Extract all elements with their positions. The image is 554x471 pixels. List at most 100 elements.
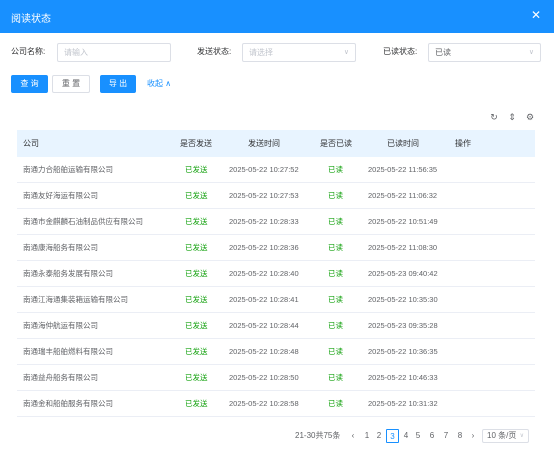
table-row: 南通市金麒麟石油制品供应有限公司 已发送 2025-05-22 10:28:33 已读… bbox=[17, 209, 535, 235]
cell-read-time: 2025-05-22 10:31:32 bbox=[368, 399, 438, 408]
read-status-select[interactable]: 已读 ∨ bbox=[428, 43, 541, 62]
cell-sent-time: 2025-05-22 10:28:41 bbox=[229, 295, 299, 304]
pagination-prev[interactable]: ‹ bbox=[349, 429, 357, 443]
table-row: 南通海仲航运有限公司 已发送 2025-05-22 10:28:44 已读 2025-0… bbox=[17, 313, 535, 339]
cell-sent-time: 2025-05-22 10:28:36 bbox=[229, 243, 299, 252]
cell-read-time: 2025-05-22 10:36:35 bbox=[368, 347, 438, 356]
cell-company: 南通益舟船务有限公司 bbox=[23, 373, 98, 382]
cell-company: 南通瑞丰船舶燃料有限公司 bbox=[23, 347, 113, 356]
refresh-icon[interactable]: ↻ bbox=[489, 112, 499, 122]
column-header-read-time: 已读时间 bbox=[387, 139, 419, 148]
pagination-page[interactable]: 2 bbox=[374, 429, 384, 443]
table-header: 公司 是否发送 发送时间 是否已读 已读时间 操作 bbox=[17, 130, 535, 157]
table-body: 南通力合船舶运输有限公司 已发送 2025-05-22 10:27:52 已读 2025… bbox=[17, 157, 535, 417]
cell-company: 南通永泰船务发展有限公司 bbox=[23, 269, 113, 278]
send-status-select[interactable]: 请选择 ∨ bbox=[242, 43, 356, 62]
cell-read-time: 2025-05-23 09:40:42 bbox=[368, 269, 438, 278]
settings-icon[interactable]: ⚙ bbox=[525, 112, 535, 122]
cell-read-status: 已读 bbox=[328, 295, 343, 304]
cell-read-time: 2025-05-22 10:46:33 bbox=[368, 373, 438, 382]
query-button[interactable]: 查 询 bbox=[11, 75, 48, 93]
export-button[interactable]: 导 出 bbox=[100, 75, 136, 93]
table-row: 南通瑞丰船舶燃料有限公司 已发送 2025-05-22 10:28:48 已读 2025… bbox=[17, 339, 535, 365]
cell-sent-status: 已发送 bbox=[185, 373, 208, 382]
cell-company: 南通江海通集装箱运输有限公司 bbox=[23, 295, 128, 304]
column-header-actions: 操作 bbox=[455, 139, 471, 148]
company-input[interactable]: 请输入 bbox=[57, 43, 171, 62]
cell-sent-time: 2025-05-22 10:28:40 bbox=[229, 269, 299, 278]
cell-company: 南通友好海运有限公司 bbox=[23, 191, 98, 200]
cell-sent-time: 2025-05-22 10:28:33 bbox=[229, 217, 299, 226]
cell-sent-status: 已发送 bbox=[185, 191, 208, 200]
cell-read-status: 已读 bbox=[328, 373, 343, 382]
cell-sent-status: 已发送 bbox=[185, 321, 208, 330]
reset-button[interactable]: 重 置 bbox=[52, 75, 90, 93]
table-row: 南通益舟船务有限公司 已发送 2025-05-22 10:28:50 已读 2025-0… bbox=[17, 365, 535, 391]
cell-sent-time: 2025-05-22 10:27:52 bbox=[229, 165, 299, 174]
send-status-placeholder: 请选择 bbox=[249, 48, 273, 57]
table-row: 南通永泰船务发展有限公司 已发送 2025-05-22 10:28:40 已读 2025… bbox=[17, 261, 535, 287]
cell-sent-status: 已发送 bbox=[185, 243, 208, 252]
cell-read-status: 已读 bbox=[328, 191, 343, 200]
cell-sent-time: 2025-05-22 10:28:44 bbox=[229, 321, 299, 330]
cell-read-time: 2025-05-22 11:56:35 bbox=[368, 165, 438, 174]
cell-read-status: 已读 bbox=[328, 243, 343, 252]
collapse-toggle[interactable]: 收起 ∧ bbox=[147, 78, 171, 90]
pagination-page[interactable]: 5 bbox=[413, 429, 423, 443]
pagination-page[interactable]: 1 bbox=[362, 429, 372, 443]
cell-read-status: 已读 bbox=[328, 399, 343, 408]
cell-sent-status: 已发送 bbox=[185, 295, 208, 304]
cell-sent-status: 已发送 bbox=[185, 217, 208, 226]
cell-sent-status: 已发送 bbox=[185, 399, 208, 408]
pagination-page[interactable]: 4 bbox=[401, 429, 411, 443]
column-header-company: 公司 bbox=[23, 139, 39, 148]
pagination-page[interactable]: 6 bbox=[427, 429, 437, 443]
cell-read-time: 2025-05-22 11:08:30 bbox=[368, 243, 438, 252]
cell-read-status: 已读 bbox=[328, 269, 343, 278]
pagination-next[interactable]: › bbox=[469, 429, 477, 443]
table-row: 南通友好海运有限公司 已发送 2025-05-22 10:27:53 已读 2025-0… bbox=[17, 183, 535, 209]
cell-sent-status: 已发送 bbox=[185, 347, 208, 356]
table-row: 南通金和船舶服务有限公司 已发送 2025-05-22 10:28:58 已读 2025… bbox=[17, 391, 535, 417]
cell-company: 南通力合船舶运输有限公司 bbox=[23, 165, 113, 174]
dialog-header: 阅读状态 ✕ bbox=[0, 0, 554, 33]
cell-read-status: 已读 bbox=[328, 165, 343, 174]
pagination-page[interactable]: 7 bbox=[441, 429, 451, 443]
pagination-page[interactable]: 8 bbox=[455, 429, 465, 443]
cell-company: 南通康海船务有限公司 bbox=[23, 243, 98, 252]
cell-company: 南通海仲航运有限公司 bbox=[23, 321, 98, 330]
chevron-down-icon: ∨ bbox=[343, 49, 349, 56]
cell-sent-status: 已发送 bbox=[185, 165, 208, 174]
cell-sent-time: 2025-05-22 10:27:53 bbox=[229, 191, 299, 200]
close-icon[interactable]: ✕ bbox=[529, 8, 543, 22]
chevron-down-icon: ∨ bbox=[528, 49, 534, 56]
cell-read-time: 2025-05-22 11:06:32 bbox=[368, 191, 438, 200]
cell-company: 南通市金麒麟石油制品供应有限公司 bbox=[23, 217, 143, 226]
read-status-table: 公司 是否发送 发送时间 是否已读 已读时间 操作 南通力合船舶运输有限公司已发… bbox=[17, 130, 535, 417]
page-size-value: 10 条/页 bbox=[487, 431, 517, 440]
cell-sent-status: 已发送 bbox=[185, 269, 208, 278]
cell-sent-time: 2025-05-22 10:28:50 bbox=[229, 373, 299, 382]
cell-read-time: 2025-05-22 10:35:30 bbox=[368, 295, 438, 304]
cell-read-time: 2025-05-22 10:51:49 bbox=[368, 217, 438, 226]
cell-read-status: 已读 bbox=[328, 217, 343, 226]
company-label: 公司名称: bbox=[11, 47, 46, 56]
table-row: 南通江海通集装箱运输有限公司 已发送 2025-05-22 10:28:41 已读 20… bbox=[17, 287, 535, 313]
table-row: 南通力合船舶运输有限公司 已发送 2025-05-22 10:27:52 已读 2025… bbox=[17, 157, 535, 183]
read-status-value: 已读 bbox=[435, 48, 451, 57]
table-row: 南通康海船务有限公司 已发送 2025-05-22 10:28:36 已读 2025-0… bbox=[17, 235, 535, 261]
column-header-sent: 是否发送 bbox=[180, 139, 212, 148]
dialog-title: 阅读状态 bbox=[11, 14, 51, 25]
column-header-read: 是否已读 bbox=[320, 139, 352, 148]
column-height-icon[interactable]: ⇕ bbox=[507, 112, 517, 122]
pagination-page[interactable]: 3 bbox=[386, 429, 399, 443]
cell-read-status: 已读 bbox=[328, 321, 343, 330]
cell-sent-time: 2025-05-22 10:28:58 bbox=[229, 399, 299, 408]
cell-sent-time: 2025-05-22 10:28:48 bbox=[229, 347, 299, 356]
cell-read-time: 2025-05-23 09:35:28 bbox=[368, 321, 438, 330]
chevron-down-icon: ∨ bbox=[519, 433, 524, 439]
read-status-label: 已读状态: bbox=[383, 47, 418, 56]
cell-read-status: 已读 bbox=[328, 347, 343, 356]
page-size-select[interactable]: 10 条/页 ∨ bbox=[482, 429, 529, 443]
column-header-sent-time: 发送时间 bbox=[248, 139, 280, 148]
